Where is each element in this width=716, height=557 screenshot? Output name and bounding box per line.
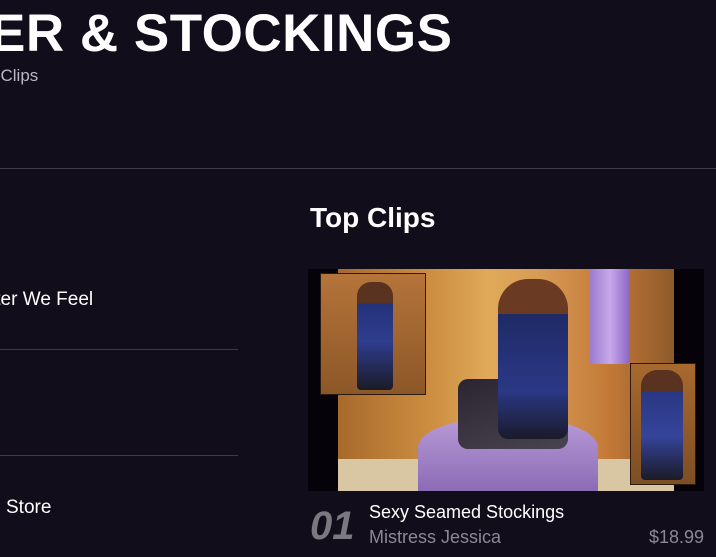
thumbnail-main-figure	[498, 279, 568, 439]
clip-thumbnail[interactable]	[308, 269, 704, 491]
thumbnail-inset-right	[630, 363, 696, 485]
thumbnail-inset-figure	[641, 370, 683, 480]
clip-rank: 01	[310, 504, 355, 548]
thumbnail-inset-figure	[357, 282, 393, 390]
site-title[interactable]: ER & STOCKINGS	[0, 2, 452, 66]
clip-title-link[interactable]: Sexy Seamed Stockings	[369, 502, 564, 523]
site-subtitle: l Clips	[0, 66, 39, 85]
clip-price: $18.99	[648, 527, 704, 547]
clip-author-link[interactable]: Mistress Jessica	[369, 527, 501, 548]
sidebar-link-item[interactable]: tter We Feel	[0, 289, 93, 311]
top-clips-heading: Top Clips	[310, 202, 436, 233]
thumbnail-curtain	[590, 269, 630, 364]
sidebar-link-store[interactable]: Store	[6, 497, 51, 519]
sidebar-divider	[0, 349, 238, 350]
thumbnail-inset-left	[320, 273, 426, 395]
sidebar-divider	[0, 455, 238, 456]
header-divider	[0, 168, 716, 169]
